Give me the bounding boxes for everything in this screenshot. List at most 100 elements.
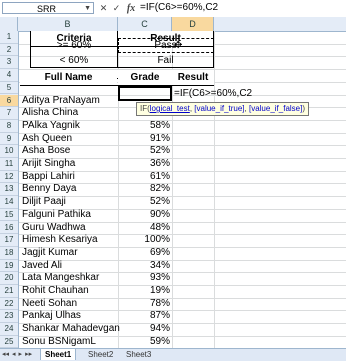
student-name[interactable]: Bappi Lahiri <box>22 171 75 184</box>
student-name[interactable]: Javed Ali <box>22 260 62 273</box>
student-grade[interactable]: 91% <box>118 133 170 146</box>
row-header-23[interactable]: 23 <box>0 310 18 324</box>
student-name[interactable]: Himesh Kesariya <box>22 234 98 247</box>
grid-line <box>214 31 215 348</box>
student-name[interactable]: Arijit Singha <box>22 158 75 171</box>
column-header-e[interactable] <box>214 17 346 31</box>
student-name[interactable]: Ash Queen <box>22 133 72 146</box>
prev-sheet-icon[interactable]: ◂ <box>12 350 16 358</box>
enter-icon[interactable]: ✓ <box>111 3 122 14</box>
criteria-cell[interactable]: >= 60% <box>31 38 117 53</box>
student-grade[interactable]: 19% <box>118 285 170 298</box>
tooltip-arg-value-if-false[interactable]: [value_if_false] <box>249 104 302 113</box>
student-grade[interactable]: 36% <box>118 158 170 171</box>
student-grade[interactable]: 59% <box>118 336 170 349</box>
tab-sheet3[interactable]: Sheet3 <box>122 349 155 360</box>
next-sheet-icon[interactable]: ▸ <box>19 350 23 358</box>
student-name[interactable]: Jagjit Kumar <box>22 247 78 260</box>
student-grade[interactable]: 90% <box>118 209 170 222</box>
row-header-9[interactable]: 9 <box>0 133 18 146</box>
row-header-25[interactable]: 25 <box>0 336 18 349</box>
student-grade[interactable]: 52% <box>118 196 170 209</box>
student-grade[interactable]: 93% <box>118 272 170 285</box>
student-name[interactable]: Benny Daya <box>22 183 76 196</box>
row-header-2[interactable]: 2 <box>0 44 18 57</box>
first-sheet-icon[interactable]: ◂◂ <box>2 350 9 358</box>
student-name[interactable]: Guru Wadhwa <box>22 222 86 235</box>
student-grade[interactable]: 78% <box>118 298 170 311</box>
student-name[interactable]: Alisha China <box>22 107 78 120</box>
grid-line <box>18 196 346 198</box>
active-cell-formula[interactable]: =IF(C6>=60%,C2 <box>174 86 252 101</box>
row-header-19[interactable]: 19 <box>0 260 18 273</box>
student-name[interactable]: Diljit Paaji <box>22 196 66 209</box>
formula-bar: SRR ▼ ✕ ✓ fx =IF(C6>=60%,C2 <box>0 0 346 18</box>
student-grade[interactable]: 52% <box>118 145 170 158</box>
cancel-icon[interactable]: ✕ <box>98 3 109 14</box>
row-header-1[interactable]: 1 <box>0 31 18 44</box>
student-name[interactable]: PAlka Yagnik <box>22 120 80 133</box>
student-name[interactable]: Pankaj Ulhas <box>22 310 81 323</box>
row-header-20[interactable]: 20 <box>0 272 18 285</box>
column-header-d[interactable]: D <box>172 17 214 31</box>
student-grade[interactable]: 94% <box>118 323 170 336</box>
student-name[interactable]: Shankar Mahadevgan <box>22 323 120 336</box>
last-sheet-icon[interactable]: ▸▸ <box>25 350 32 358</box>
student-grade[interactable]: 34% <box>118 260 170 273</box>
student-name[interactable]: Aditya PraNayam <box>22 95 100 108</box>
row-header-7[interactable]: 7 <box>0 107 18 120</box>
row-header-3[interactable]: 3 <box>0 56 18 70</box>
column-header-c[interactable]: C <box>118 17 172 31</box>
row-header-6[interactable]: 6 <box>0 94 18 108</box>
criteria-cell[interactable]: < 60% <box>31 53 117 68</box>
row-header-15[interactable]: 15 <box>0 209 18 222</box>
row-header-17[interactable]: 17 <box>0 234 18 247</box>
student-grade[interactable]: 61% <box>118 171 170 184</box>
row-header-13[interactable]: 13 <box>0 183 18 197</box>
student-grade[interactable]: 100% <box>118 234 170 247</box>
student-name[interactable]: Sonu BSNigamL <box>22 336 96 349</box>
tooltip-arg-logical-test[interactable]: logical_test <box>150 104 190 113</box>
row-header-16[interactable]: 16 <box>0 222 18 235</box>
full-name-header: Full Name <box>20 70 117 85</box>
student-name[interactable]: Asha Bose <box>22 145 70 158</box>
row-header-5[interactable]: 5 <box>0 82 18 95</box>
active-cell-outline <box>118 86 172 101</box>
formula-input[interactable]: =IF(C6>=60%,C2 <box>140 2 346 14</box>
row-header-4[interactable]: 4 <box>0 69 18 82</box>
select-all-corner[interactable] <box>0 17 18 31</box>
row-header-14[interactable]: 14 <box>0 196 18 209</box>
row-header-11[interactable]: 11 <box>0 158 18 171</box>
grade-header: Grade <box>118 70 172 85</box>
student-grade[interactable]: 48% <box>118 222 170 235</box>
name-box-dropdown-icon[interactable]: ▼ <box>84 3 91 15</box>
row-header-22[interactable]: 22 <box>0 298 18 311</box>
column-header-b[interactable]: B <box>18 17 118 31</box>
tooltip-arg-value-if-true[interactable]: [value_if_true] <box>194 104 244 113</box>
tooltip-close-paren: ) <box>302 104 306 113</box>
student-name[interactable]: Neeti Sohan <box>22 298 77 311</box>
student-grade[interactable]: 87% <box>118 310 170 323</box>
student-name[interactable]: Lata Mangeshkar <box>22 272 99 285</box>
row-header-12[interactable]: 12 <box>0 171 18 184</box>
student-grade[interactable]: 82% <box>118 183 170 196</box>
student-name[interactable]: Rohit Chauhan <box>22 285 89 298</box>
function-tooltip[interactable]: IF(logical_test, [value_if_true], [value… <box>136 102 310 116</box>
student-name[interactable]: Falguni Pathika <box>22 209 91 222</box>
student-grade[interactable]: 69% <box>118 247 170 260</box>
sheet-tab-bar: ◂◂ ◂ ▸ ▸▸ Sheet1 Sheet2 Sheet3 <box>0 348 346 361</box>
name-box[interactable]: SRR ▼ <box>2 2 94 14</box>
row-header-8[interactable]: 8 <box>0 120 18 133</box>
tab-sheet2[interactable]: Sheet2 <box>84 349 117 360</box>
student-grade[interactable]: 58% <box>118 120 170 133</box>
tab-sheet1[interactable]: Sheet1 <box>40 349 77 360</box>
row-header-18[interactable]: 18 <box>0 247 18 260</box>
row-header-21[interactable]: 21 <box>0 285 18 298</box>
row-header-10[interactable]: 10 <box>0 145 18 158</box>
result-cell-fail[interactable]: Fail <box>118 53 213 68</box>
result-header-main: Result <box>172 70 214 85</box>
insert-function-icon[interactable]: fx <box>124 3 138 14</box>
column-headers: B C D <box>0 17 346 32</box>
copy-marquee <box>118 38 214 53</box>
row-header-24[interactable]: 24 <box>0 323 18 336</box>
